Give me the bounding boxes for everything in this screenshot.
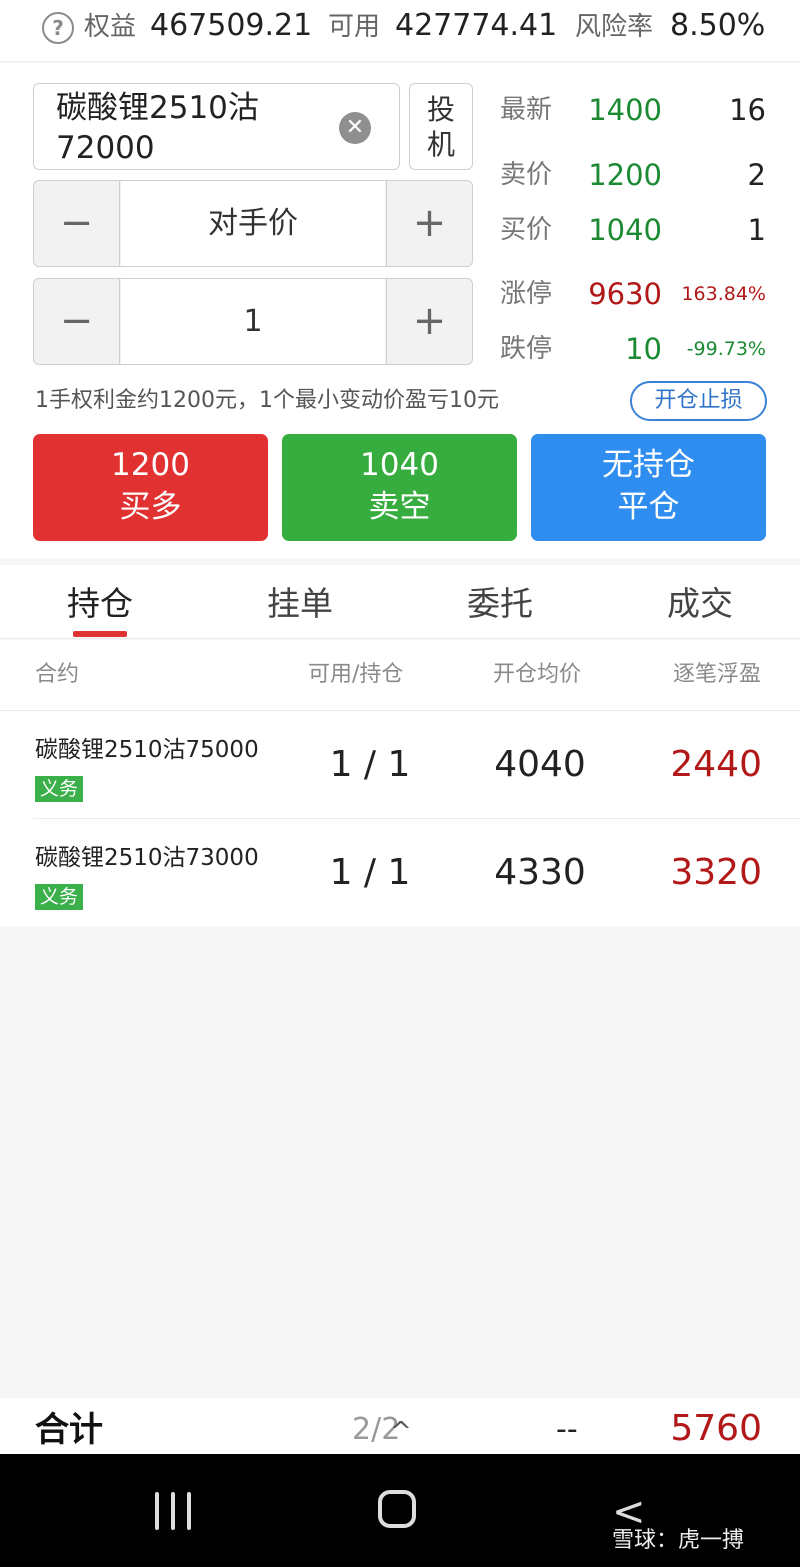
limit-up-price: 9630 <box>588 277 662 311</box>
chevron-up-icon[interactable]: ^ <box>390 1410 412 1454</box>
latest-price: 1400 <box>588 93 662 127</box>
quantity-minus-button[interactable]: − <box>34 279 120 364</box>
contract-input[interactable]: 碳酸锂2510沽 72000 ✕ <box>33 83 400 170</box>
limit-down-price: 10 <box>625 332 662 366</box>
active-tab-indicator <box>73 631 127 637</box>
home-icon[interactable] <box>378 1490 416 1528</box>
limit-up-pct: 163.84% <box>681 283 766 305</box>
watermark-text: 雪球：虎一搏 <box>612 1528 745 1553</box>
equity-value: 467509.21 <box>150 8 313 43</box>
summary-dash: -- <box>556 1412 578 1447</box>
summary-label: 合计 <box>35 1410 103 1450</box>
sell-short-button[interactable]: 1040 卖空 <box>282 434 517 541</box>
row-1-contract-name[interactable]: 碳酸锂2510沽75000 <box>35 735 259 765</box>
buy-long-button[interactable]: 1200 买多 <box>33 434 268 541</box>
bid-price: 1040 <box>588 213 662 247</box>
header-divider <box>0 710 800 711</box>
quantity-field[interactable]: 1 <box>121 279 385 364</box>
recent-apps-icon[interactable] <box>155 1492 191 1530</box>
tab-bar: 持仓 挂单 委托 成交 <box>0 565 800 639</box>
risk-label: 风险率 <box>575 12 654 42</box>
tab-orders[interactable]: 委托 <box>400 565 600 639</box>
row-2-quantity: 1 / 1 <box>329 852 411 893</box>
price-plus-button[interactable]: + <box>386 181 472 266</box>
row-1-pnl: 2440 <box>670 744 762 785</box>
contract-value: 碳酸锂2510沽 72000 <box>56 90 259 166</box>
premium-info-text: 1手权利金约1200元，1个最小变动价盈亏10元 <box>35 388 499 413</box>
close-position-button[interactable]: 无持仓 平仓 <box>531 434 766 541</box>
row-2-obligation-badge: 义务 <box>35 884 83 910</box>
available-value: 427774.41 <box>395 8 558 43</box>
mode-label: 投 机 <box>426 93 455 161</box>
price-minus-button[interactable]: − <box>34 181 120 266</box>
equity-label: 权益 <box>84 12 137 42</box>
price-type-field[interactable]: 对手价 <box>121 181 385 266</box>
row-2-pnl: 3320 <box>670 852 762 893</box>
close-label: 平仓 <box>617 489 680 525</box>
column-header-avg-price: 开仓均价 <box>493 662 582 687</box>
summary-total-pnl: 5760 <box>670 1408 762 1449</box>
row-2-contract-name[interactable]: 碳酸锂2510沽73000 <box>35 843 259 873</box>
close-status: 无持仓 <box>602 447 695 483</box>
buy-label: 买多 <box>119 489 182 525</box>
tab-pending[interactable]: 挂单 <box>200 565 400 639</box>
limit-down-pct: -99.73% <box>686 338 766 360</box>
buy-price: 1200 <box>111 447 190 483</box>
column-header-quantity: 可用/持仓 <box>308 662 404 687</box>
row-divider <box>33 818 800 819</box>
clear-icon[interactable]: ✕ <box>339 112 371 144</box>
available-label: 可用 <box>328 12 381 42</box>
latest-volume: 16 <box>729 93 766 127</box>
sell-label: 卖空 <box>368 489 431 525</box>
tab-positions[interactable]: 持仓 <box>0 565 200 639</box>
speculation-mode-button[interactable]: 投 机 <box>409 83 473 170</box>
sell-price: 1040 <box>360 447 439 483</box>
tab-trades[interactable]: 成交 <box>600 565 800 639</box>
stoploss-button[interactable]: 开仓止损 <box>630 381 767 421</box>
quantity-plus-button[interactable]: + <box>386 279 472 364</box>
row-1-quantity: 1 / 1 <box>329 744 411 785</box>
row-1-obligation-badge: 义务 <box>35 776 83 802</box>
bid-volume: 1 <box>747 213 766 247</box>
ask-volume: 2 <box>747 158 766 192</box>
ask-price: 1200 <box>588 158 662 192</box>
help-icon[interactable]: ? <box>42 12 74 44</box>
column-header-pnl: 逐笔浮盈 <box>673 662 762 687</box>
risk-value: 8.50% <box>670 8 766 43</box>
column-header-contract: 合约 <box>35 662 80 687</box>
price-stepper: − 对手价 + <box>33 180 473 267</box>
quantity-stepper: − 1 + <box>33 278 473 365</box>
